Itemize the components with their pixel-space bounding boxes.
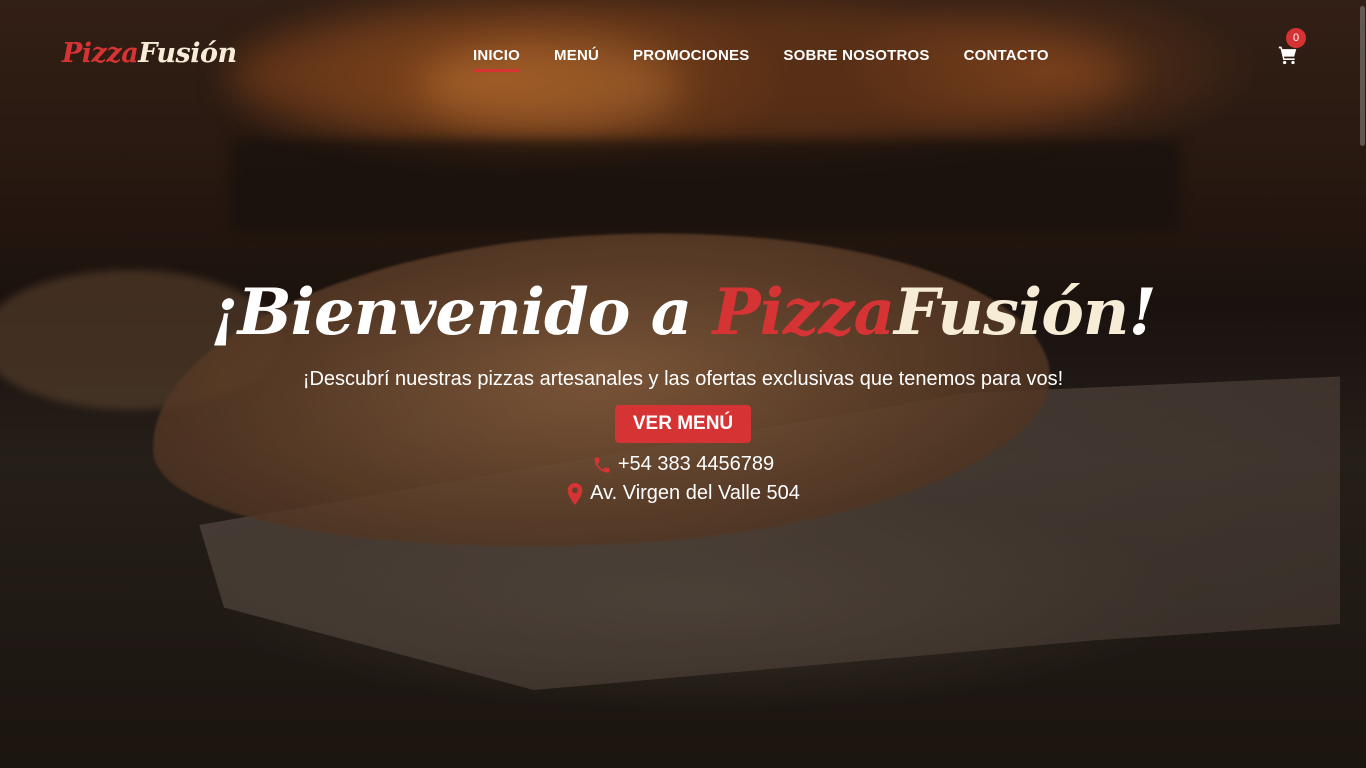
brand-part-1: Pizza	[62, 38, 139, 69]
hero-title-brand-1: Pizza	[712, 275, 895, 350]
nav-item-inicio[interactable]: INICIO	[473, 47, 521, 72]
address-text: Av. Virgen del Valle 504	[590, 482, 800, 504]
phone-number: +54 383 4456789	[617, 453, 775, 475]
scrollbar-thumb[interactable]	[1360, 6, 1365, 146]
address-line[interactable]: Av. Virgen del Valle 504	[0, 482, 1366, 505]
hero-section: PizzaFusión INICIO MENÚ PROMOCIONES SOBR…	[0, 0, 1366, 768]
map-pin-icon	[566, 482, 584, 505]
hero-title-brand-2: Fusión	[894, 275, 1129, 350]
phone-line[interactable]: +54 383 4456789	[0, 453, 1366, 476]
hero-subtitle: ¡Descubrí nuestras pizzas artesanales y …	[302, 368, 1064, 390]
navbar: PizzaFusión INICIO MENÚ PROMOCIONES SOBR…	[0, 0, 1366, 112]
hero-title: ¡Bienvenido a PizzaFusión!	[0, 268, 1366, 358]
hero-title-suffix: !	[1128, 275, 1156, 350]
hero-title-prefix: ¡Bienvenido a	[210, 275, 713, 350]
nav-item-sobre-nosotros[interactable]: SOBRE NOSOTROS	[783, 47, 929, 64]
main-nav: INICIO MENÚ PROMOCIONES SOBRE NOSOTROS C…	[473, 47, 1083, 72]
cart-icon[interactable]	[1278, 45, 1300, 67]
hero-content: ¡Bienvenido a PizzaFusión! ¡Descubrí nue…	[0, 268, 1366, 505]
page-scrollbar[interactable]	[1360, 0, 1366, 768]
view-menu-button[interactable]: VER MENÚ	[614, 405, 752, 443]
nav-item-promociones[interactable]: PROMOCIONES	[633, 47, 749, 64]
brand-logo[interactable]: PizzaFusión	[62, 38, 237, 69]
cart-count-badge: 0	[1286, 28, 1306, 48]
nav-item-contacto[interactable]: CONTACTO	[964, 47, 1049, 64]
nav-item-menu[interactable]: MENÚ	[554, 47, 599, 64]
brand-part-2: Fusión	[138, 38, 237, 69]
phone-icon	[592, 455, 612, 475]
